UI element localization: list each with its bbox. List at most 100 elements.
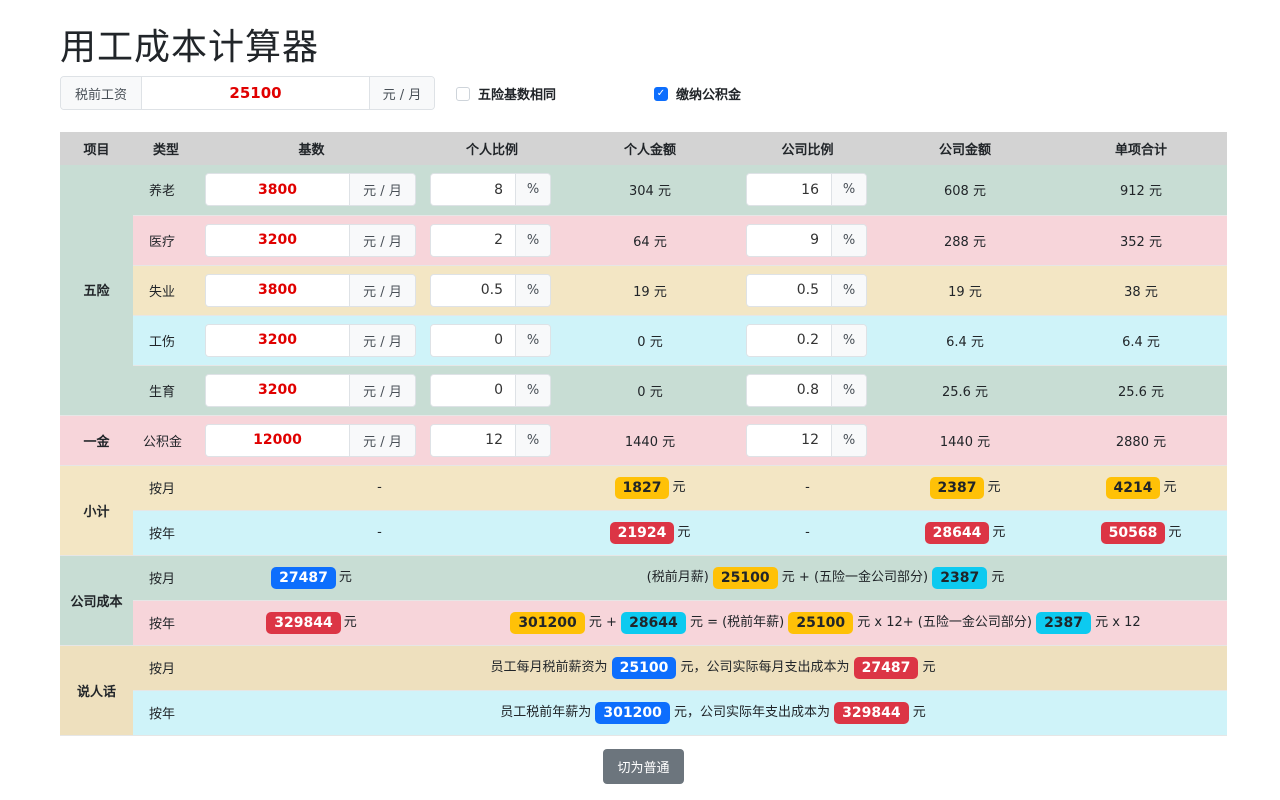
company-cost-badge: 27487 [271, 566, 336, 589]
same-base-checkbox[interactable]: 五险基数相同 [456, 84, 556, 103]
company-rate-input[interactable]: 0.2 [747, 324, 831, 356]
percent-unit: % [515, 224, 550, 256]
table-row: 五险 养老 3800 元 / 月 8% 304 元 16% 608 元 912 元 [60, 165, 1227, 416]
row-type: 生育 [133, 365, 199, 416]
item-total: 38 元 [1055, 265, 1227, 316]
company-cost-row-yearly: 按年 329844 元 301200 元 + 28644 元 = (税前年薪) 2… [60, 600, 1227, 646]
toggle-mode-button[interactable]: 切为普通 [603, 749, 684, 784]
base-input[interactable]: 3200 [206, 224, 349, 256]
company-part-badge: 2387 [1036, 611, 1092, 634]
group-label-company-cost: 公司成本 [60, 555, 133, 646]
row-type: 工伤 [133, 315, 199, 366]
checkbox-unchecked-icon[interactable] [456, 86, 470, 101]
base-input[interactable]: 12000 [206, 424, 349, 456]
base-input-group: 3200 元 / 月 [205, 373, 416, 407]
personal-rate-group: 0% [430, 323, 551, 357]
salary-badge: 25100 [712, 566, 778, 589]
cost-table: 项目 类型 基数 个人比例 个人金额 公司比例 公司金额 单项合计 五险 养老 … [60, 132, 1227, 736]
personal-rate-input[interactable]: 12 [431, 424, 515, 456]
personal-rate-input[interactable]: 0 [431, 324, 515, 356]
personal-rate-input[interactable]: 8 [431, 174, 515, 206]
company-cost-row-monthly: 公司成本 按月 27487 元 (税前月薪) 25100 元 + (五险一金公司部… [60, 555, 1227, 646]
row-type: 按年 [133, 690, 199, 736]
formula-text: 元 + [588, 615, 617, 631]
personal-rate-input[interactable]: 2 [431, 224, 515, 256]
dash: - [740, 510, 875, 556]
row-type: 养老 [133, 165, 199, 216]
checkmark-icon[interactable]: ✓ [654, 86, 668, 101]
plain-text-part: 元，公司实际年支出成本为 [673, 705, 830, 721]
company-rate-input[interactable]: 0.5 [747, 274, 831, 306]
personal-rate-input[interactable]: 0.5 [431, 274, 515, 306]
salary-input[interactable] [142, 77, 369, 109]
company-amount: 19 元 [875, 265, 1055, 316]
group-label-yijin: 一金 [60, 415, 133, 466]
company-rate-input[interactable]: 16 [747, 174, 831, 206]
item-total: 6.4 元 [1055, 315, 1227, 366]
plain-cost-badge: 27487 [853, 656, 919, 679]
personal-amount: 19 元 [560, 265, 740, 316]
plain-text: 员工每月税前薪资为 25100 元，公司实际每月支出成本为 27487 元 [199, 645, 1227, 691]
percent-unit: % [831, 324, 866, 356]
company-rate-group: 0.5% [746, 273, 867, 307]
yuan-suffix: 元 [343, 615, 357, 631]
percent-unit: % [515, 174, 550, 206]
company-rate-input[interactable]: 12 [747, 424, 831, 456]
formula-text: 元 [991, 570, 1005, 586]
percent-unit: % [831, 374, 866, 406]
salary-year-badge: 301200 [510, 611, 585, 634]
personal-rate-input[interactable]: 0 [431, 374, 515, 406]
subtotal-row-monthly: 小计 按月 - 1827 元 - 2387 元 4214 元 [60, 465, 1227, 556]
base-input[interactable]: 3200 [206, 374, 349, 406]
base-input-group: 12000 元 / 月 [205, 423, 416, 457]
plain-text: 员工税前年薪为 301200 元，公司实际年支出成本为 329844 元 [199, 690, 1227, 736]
col-header: 单项合计 [1055, 132, 1227, 165]
dash: - [740, 465, 875, 511]
item-total: 912 元 [1055, 165, 1227, 216]
col-header: 类型 [133, 132, 199, 165]
formula-text: 元 x 12+ (五险一金公司部分) [857, 615, 1032, 631]
yuan-suffix: 元 [1163, 480, 1177, 496]
personal-rate-group: 2% [430, 223, 551, 257]
company-rate-input[interactable]: 9 [747, 224, 831, 256]
base-input-group: 3800 元 / 月 [205, 273, 416, 307]
salary-badge: 25100 [788, 611, 854, 634]
same-base-label: 五险基数相同 [478, 88, 557, 103]
company-amount: 288 元 [875, 215, 1055, 266]
company-rate-input[interactable]: 0.8 [747, 374, 831, 406]
percent-unit: % [515, 324, 550, 356]
formula: 301200 元 + 28644 元 = (税前年薪) 25100 元 x 12… [424, 600, 1227, 646]
table-row: 医疗 3200 元 / 月 2% 64 元 9% 288 元 352 元 [60, 215, 1227, 266]
plain-salary-badge: 25100 [611, 656, 677, 679]
base-input[interactable]: 3800 [206, 274, 349, 306]
housing-fund-label: 缴纳公积金 [676, 88, 742, 103]
base-input[interactable]: 3800 [206, 174, 349, 206]
plain-cost-badge: 329844 [834, 701, 909, 724]
company-amount: 6.4 元 [875, 315, 1055, 366]
base-unit: 元 / 月 [349, 424, 415, 456]
row-type: 按年 [133, 510, 199, 556]
plain-text-part: 元 [922, 660, 936, 676]
col-header: 公司金额 [875, 132, 1055, 165]
yuan-suffix: 元 [987, 480, 1001, 496]
personal-amount: 304 元 [560, 165, 740, 216]
company-rate-group: 16% [746, 173, 867, 207]
percent-unit: % [831, 274, 866, 306]
table-row: 失业 3800 元 / 月 0.5% 19 元 0.5% 19 元 38 元 [60, 265, 1227, 316]
col-header: 个人金额 [560, 132, 740, 165]
subtotal-row-yearly: 按年 - 21924 元 - 28644 元 50568 元 [60, 510, 1227, 556]
subtotal-total-badge: 50568 [1100, 521, 1166, 544]
base-input[interactable]: 3200 [206, 324, 349, 356]
yuan-suffix: 元 [338, 570, 352, 586]
subtotal-personal-badge: 21924 [609, 521, 675, 544]
company-part-badge: 2387 [932, 566, 988, 589]
group-label-wuxian: 五险 [60, 165, 133, 416]
row-type: 失业 [133, 265, 199, 316]
percent-unit: % [831, 424, 866, 456]
table-row: 生育 3200 元 / 月 0% 0 元 0.8% 25.6 元 25.6 元 [60, 365, 1227, 416]
row-type: 公积金 [133, 415, 199, 466]
formula-text: (税前月薪) [646, 570, 709, 586]
base-unit: 元 / 月 [349, 174, 415, 206]
housing-fund-checkbox[interactable]: ✓ 缴纳公积金 [654, 84, 741, 103]
table-row: 一金 公积金 12000 元 / 月 12% 1440 元 12% 1440 元 … [60, 415, 1227, 466]
